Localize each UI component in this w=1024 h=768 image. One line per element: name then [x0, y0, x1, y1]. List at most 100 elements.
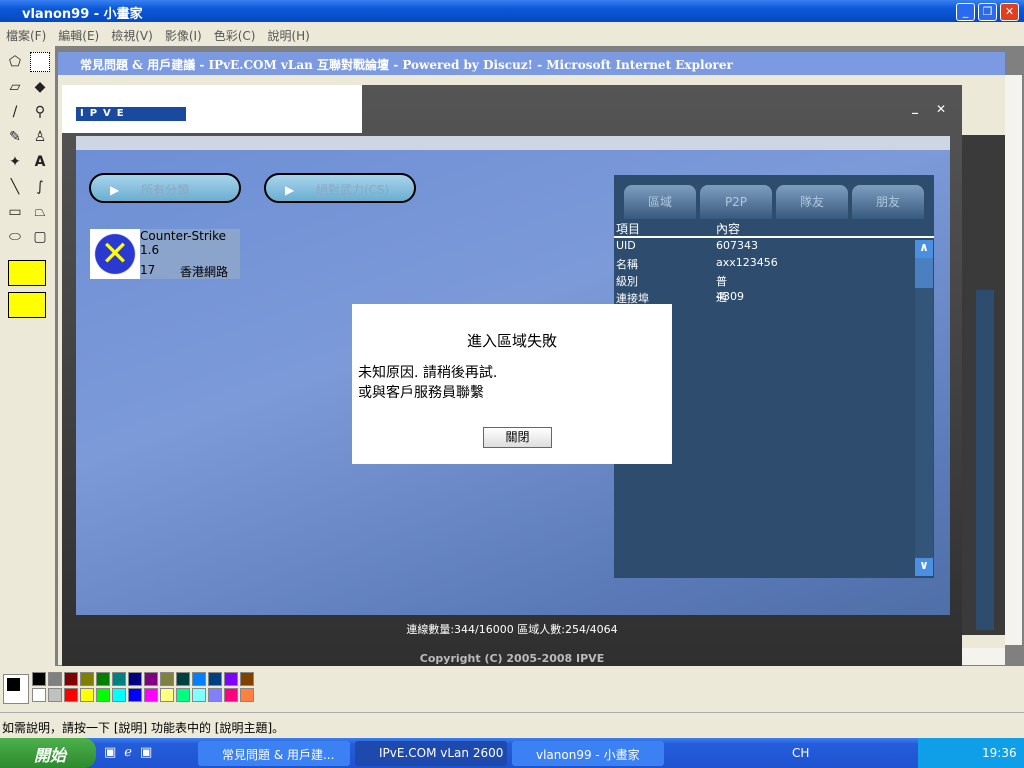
start-button[interactable]: 開始: [0, 738, 96, 768]
line-icon[interactable]: ╲: [5, 177, 25, 197]
ipve-logo: IPVE: [62, 85, 362, 133]
tab-teammates[interactable]: 隊友: [776, 185, 848, 219]
option-transparent-icon[interactable]: [8, 292, 46, 318]
ie-hscrollbar[interactable]: [962, 648, 1005, 665]
pencil-icon[interactable]: ✎: [5, 127, 25, 147]
color-swatch[interactable]: [80, 688, 94, 702]
tab-friends[interactable]: 朋友: [852, 185, 924, 219]
close-button[interactable]: ✕: [1000, 3, 1019, 21]
picker-icon[interactable]: /: [5, 102, 25, 122]
color-swatch[interactable]: [48, 688, 62, 702]
rounded-rect-icon[interactable]: ▢: [30, 227, 50, 247]
color-swatch[interactable]: [64, 688, 78, 702]
connection-stats: 連線數量:344/16000 區域人數:254/4064: [406, 623, 618, 636]
table-row: 級別 普通: [616, 275, 727, 304]
color-swatch[interactable]: [224, 688, 238, 702]
error-dialog: 進入區域失敗 未知原因. 請稍後再試. 或與客戶服務員聯繫 關閉: [352, 304, 672, 464]
menu-help[interactable]: 說明(H): [267, 29, 309, 43]
text-icon[interactable]: A: [30, 152, 50, 172]
color-swatch[interactable]: [64, 672, 78, 686]
color-swatch[interactable]: [160, 672, 174, 686]
game-name: Counter-Strike 1.6: [140, 229, 227, 257]
menu-image[interactable]: 影像(I): [165, 29, 202, 43]
ellipse-icon[interactable]: ⬭: [5, 227, 25, 247]
eraser-icon[interactable]: ▱: [5, 77, 25, 97]
color-swatch[interactable]: [144, 672, 158, 686]
color-swatch[interactable]: [192, 672, 206, 686]
rectangle-icon[interactable]: ▭: [5, 202, 25, 222]
panel-scrollbar[interactable]: ∧ ∨: [915, 240, 933, 576]
option-opaque-icon[interactable]: [8, 260, 46, 286]
color-swatch[interactable]: [128, 672, 142, 686]
tab-region[interactable]: 區域: [624, 185, 696, 219]
clock: 19:36: [982, 746, 1017, 760]
language-indicator[interactable]: CH: [792, 746, 809, 760]
close-dialog-button[interactable]: 關閉: [483, 427, 552, 448]
free-select-icon[interactable]: ⬠: [5, 52, 25, 72]
polygon-icon[interactable]: ⏢: [30, 202, 50, 222]
tab-p2p[interactable]: P2P: [700, 185, 772, 219]
header-divider: [614, 236, 934, 238]
color-palette: [0, 666, 1024, 712]
ie-title-bar: 常見問題 & 用戶建議 - IPvE.COM vLan 互聯對戰論壇 - Pow…: [58, 52, 1005, 75]
app-minimize-button[interactable]: _: [912, 100, 918, 114]
arrow-icon: ▶: [110, 183, 120, 197]
status-bar: 如需說明，請按一下 [說明] 功能表中的 [說明主題]。: [0, 712, 1024, 738]
taskbar-paint[interactable]: vlanon99 - 小畫家: [512, 741, 664, 766]
color-swatch[interactable]: [32, 672, 46, 686]
game-item[interactable]: ✕ Counter-Strike 1.6 17 香港網路: [90, 229, 240, 279]
dialog-message: 未知原因. 請稍後再試.: [358, 365, 498, 381]
system-tray: 19:36: [918, 738, 1024, 768]
scroll-thumb[interactable]: [915, 258, 933, 288]
color-swatch[interactable]: [128, 688, 142, 702]
column-header-item: 項目: [616, 222, 641, 236]
fill-icon[interactable]: ◆: [30, 77, 50, 97]
taskbar-ie[interactable]: 常見問題 & 用戶建...: [198, 741, 350, 766]
ie-window-title: 常見問題 & 用戶建議 - IPvE.COM vLan 互聯對戰論壇 - Pow…: [80, 58, 733, 72]
color-swatch[interactable]: [48, 672, 62, 686]
app-close-button[interactable]: ✕: [936, 102, 946, 116]
color-swatch[interactable]: [160, 688, 174, 702]
game-icon: ✕: [90, 229, 140, 279]
airbrush-icon[interactable]: ✦: [5, 152, 25, 172]
dialog-message-2: 或與客戶服務員聯繫: [358, 385, 484, 401]
color-swatch[interactable]: [208, 688, 222, 702]
arrow-icon: ▶: [285, 183, 295, 197]
maximize-button[interactable]: ❐: [978, 3, 997, 21]
menu-file[interactable]: 檔案(F): [6, 29, 46, 43]
color-swatch[interactable]: [112, 688, 126, 702]
ie-scrollbar[interactable]: [1005, 75, 1022, 645]
color-swatch[interactable]: [240, 688, 254, 702]
game-player-count: 17: [140, 263, 156, 277]
color-swatch[interactable]: [240, 672, 254, 686]
minimize-button[interactable]: _: [956, 3, 975, 21]
color-swatch[interactable]: [192, 688, 206, 702]
menu-bar: 檔案(F) 編輯(E) 檢視(V) 影像(I) 色彩(C) 說明(H): [0, 22, 1024, 46]
dialog-title: 進入區域失敗: [466, 332, 557, 350]
magnifier-icon[interactable]: ⚲: [30, 102, 50, 122]
menu-view[interactable]: 檢視(V): [111, 29, 153, 43]
brush-icon[interactable]: ♙: [30, 127, 50, 147]
color-swatch[interactable]: [208, 672, 222, 686]
rect-select-icon[interactable]: [30, 52, 50, 72]
color-swatch[interactable]: [96, 688, 110, 702]
color-swatch[interactable]: [32, 688, 46, 702]
table-row: 名稱 axx123456: [616, 256, 778, 271]
paint-title-bar: vlanon99 - 小畫家: [0, 0, 1024, 22]
menu-edit[interactable]: 編輯(E): [58, 29, 99, 43]
color-swatch[interactable]: [112, 672, 126, 686]
curve-icon[interactable]: ∫: [30, 177, 50, 197]
scroll-down-icon[interactable]: ∨: [915, 558, 933, 576]
color-swatch[interactable]: [176, 672, 190, 686]
quick-launch-icons[interactable]: ▣ℯ▣: [104, 745, 160, 760]
menu-colors[interactable]: 色彩(C): [214, 29, 256, 43]
color-swatch[interactable]: [96, 672, 110, 686]
taskbar-ipve[interactable]: IPvE.COM vLan 2600: [355, 741, 507, 766]
color-swatch[interactable]: [224, 672, 238, 686]
scroll-up-icon[interactable]: ∧: [915, 240, 933, 258]
color-swatch[interactable]: [176, 688, 190, 702]
color-swatch[interactable]: [144, 688, 158, 702]
copyright: Copyright (C) 2005-2008 IPVE: [419, 652, 605, 665]
color-swatch[interactable]: [80, 672, 94, 686]
background-scrollbar[interactable]: [976, 290, 994, 630]
